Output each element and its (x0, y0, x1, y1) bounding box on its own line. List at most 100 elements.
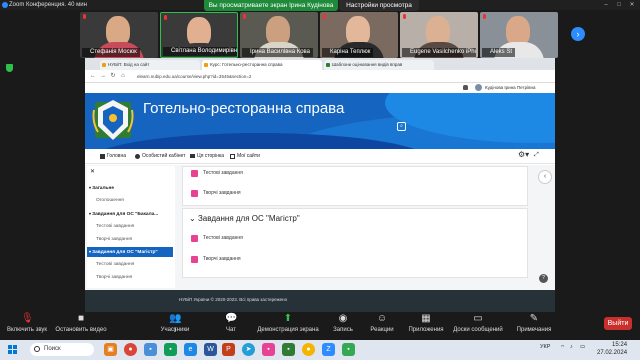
volume-icon[interactable]: ♪ (570, 344, 573, 350)
security-shield-icon[interactable] (6, 64, 13, 72)
dashboard-icon (135, 154, 140, 159)
help-icon[interactable]: ? (539, 274, 548, 283)
course-footer (85, 290, 555, 314)
search-icon[interactable]: ⌕ (397, 122, 406, 131)
powerpoint-icon[interactable]: P (222, 343, 235, 356)
home-icon[interactable]: ⌂ (119, 72, 127, 81)
forward-arrow-icon[interactable]: → (99, 72, 107, 81)
app-icon[interactable]: ▪ (342, 343, 355, 356)
zoom-logo-icon (2, 2, 8, 8)
drawer-section[interactable]: ▾ Завдання для ОС "Бакала... (89, 209, 173, 219)
windows-start-icon[interactable] (8, 345, 17, 354)
reload-icon[interactable]: ↻ (109, 72, 117, 81)
drawer-item[interactable]: Творчі завдання (96, 235, 180, 244)
participant-name: Ірина Василівна Кова (242, 48, 313, 57)
notification-bell-icon[interactable] (463, 85, 468, 90)
wifi-icon[interactable]: ⌔ (560, 344, 565, 351)
whiteboards-button[interactable]: ▭ Доски сообщений (450, 313, 506, 333)
university-crest-icon (92, 100, 134, 140)
nav-dashboard[interactable]: Особистий кабінет (142, 153, 185, 160)
record-button[interactable]: ◉ Запись (330, 313, 356, 333)
app-icon[interactable]: ▪ (144, 343, 157, 356)
participant-tile[interactable]: Eugene Vasilchenko iPho... (400, 12, 478, 58)
drawer-item[interactable]: Тестові завдання (96, 260, 180, 269)
language-indicator[interactable]: УКР (540, 344, 550, 350)
nav-home[interactable]: Головна (107, 153, 126, 160)
app-icon[interactable]: ▪ (262, 343, 275, 356)
chrome-icon[interactable]: ● (302, 343, 315, 356)
activity-link[interactable]: Тестові завдання (203, 169, 243, 177)
minimize-icon[interactable]: – (600, 0, 612, 10)
next-page-arrow-icon[interactable]: › (571, 27, 585, 41)
telegram-icon[interactable]: ➤ (242, 343, 255, 356)
edge-icon[interactable]: e (184, 343, 197, 356)
drawer-item[interactable]: Тестові завдання (96, 222, 180, 231)
view-options-button[interactable]: Настройки просмотра (339, 0, 419, 11)
share-screen-button[interactable]: ⬆ Демонстрация экрана (255, 313, 321, 333)
drawer-item[interactable]: Творчі завдання (96, 273, 180, 282)
browser-tab[interactable]: НУБіП: Вхід на сайт (100, 60, 200, 70)
close-icon[interactable]: ✕ (626, 0, 638, 10)
search-icon (34, 346, 40, 352)
participant-name: Світлана Володимирівна (163, 47, 237, 56)
favicon-icon (326, 63, 330, 67)
chrome-icon[interactable]: ● (124, 343, 137, 356)
back-arrow-icon[interactable]: ← (89, 72, 97, 81)
browser-tab[interactable]: Курс: Готельно-ресторанна справа (202, 60, 322, 70)
app-icon[interactable]: ▪ (164, 343, 177, 356)
close-drawer-icon[interactable]: ✕ (90, 168, 95, 175)
chat-button[interactable]: 💬 Чат (220, 313, 242, 333)
notes-button[interactable]: ✎ Примечания (512, 313, 556, 333)
participant-name: Aleks St (482, 48, 516, 57)
mic-muted-icon (164, 15, 167, 20)
mic-muted-icon (243, 14, 246, 19)
leave-button[interactable]: Выйти (604, 317, 632, 330)
avatar[interactable] (475, 84, 482, 91)
share-banner[interactable]: Вы просматриваете экран Ірина Кудінова (204, 0, 338, 11)
participant-name: Стефанія Мосюк (82, 48, 140, 57)
maximize-icon[interactable]: □ (613, 0, 625, 10)
participant-tile[interactable]: Стефанія Мосюк (80, 12, 158, 58)
window-title: Zoom Конференция. 40 мин (9, 2, 87, 8)
app-icon[interactable]: ▪ (282, 343, 295, 356)
open-block-drawer-icon[interactable]: ‹ (538, 170, 552, 184)
user-menu[interactable]: Кудінова Ірина Петрівна (485, 84, 535, 92)
mic-muted-icon (483, 14, 486, 19)
mic-muted-icon (323, 14, 326, 19)
word-icon[interactable]: W (204, 343, 217, 356)
nav-this-page[interactable]: Ця сторінка (197, 153, 224, 160)
home-icon (100, 154, 105, 159)
reactions-button[interactable]: ☺ Реакции (368, 313, 396, 333)
drawer-section[interactable]: ▾ Загальне (89, 183, 173, 193)
page-icon (190, 154, 195, 158)
drawer-section-active[interactable]: ▾ Завдання для ОС "Магістр" (87, 247, 173, 257)
tab-label: Курс: Готельно-ресторанна справа (210, 62, 283, 67)
participant-tile[interactable]: Ірина Василівна Кова (240, 12, 318, 58)
participants-button[interactable]: 👥9 Участники (155, 313, 195, 334)
reaction-icon: ☺ (376, 313, 388, 324)
unmute-button[interactable]: 🎙 Включить звук (4, 313, 50, 333)
apps-button[interactable]: ▦ Приложения (405, 313, 447, 333)
activity-link[interactable]: Творчі завдання (203, 255, 241, 263)
participants-icon: 👥9 (169, 313, 182, 334)
stop-video-button[interactable]: ■ Остановить видео (52, 313, 110, 333)
activity-link[interactable]: Тестові завдання (203, 234, 243, 242)
clock[interactable]: 15:24 27.02.2024 (597, 341, 627, 357)
gear-icon[interactable]: ⚙▾ (518, 151, 529, 159)
section-toggle[interactable]: ⌄ Завдання для ОС "Магістр" (189, 214, 300, 223)
whiteboard-icon: ▭ (473, 313, 483, 324)
nav-my-sites[interactable]: Мої сайти (237, 153, 260, 160)
zoom-icon[interactable]: Z (322, 343, 335, 356)
battery-icon[interactable]: ▭ (580, 344, 585, 350)
participant-tile[interactable]: Світлана Володимирівна (160, 12, 238, 58)
participant-tile[interactable]: Aleks St (480, 12, 558, 58)
browser-tab[interactable]: Шаблони оцінювання видів вправ (324, 60, 434, 70)
mic-muted-icon (403, 14, 406, 19)
activity-link[interactable]: Творчі завдання (203, 189, 241, 197)
drawer-item[interactable]: Оголошення (96, 196, 180, 205)
fullscreen-icon[interactable]: ⤢ (534, 152, 539, 159)
file-explorer-icon[interactable]: ▣ (104, 343, 117, 356)
participant-tile[interactable]: Каріна Теплюк (320, 12, 398, 58)
taskbar-search[interactable]: Поиск (30, 343, 94, 356)
url-field[interactable]: elearn.nubip.edu.ua/course/view.php?id=3… (137, 72, 387, 81)
